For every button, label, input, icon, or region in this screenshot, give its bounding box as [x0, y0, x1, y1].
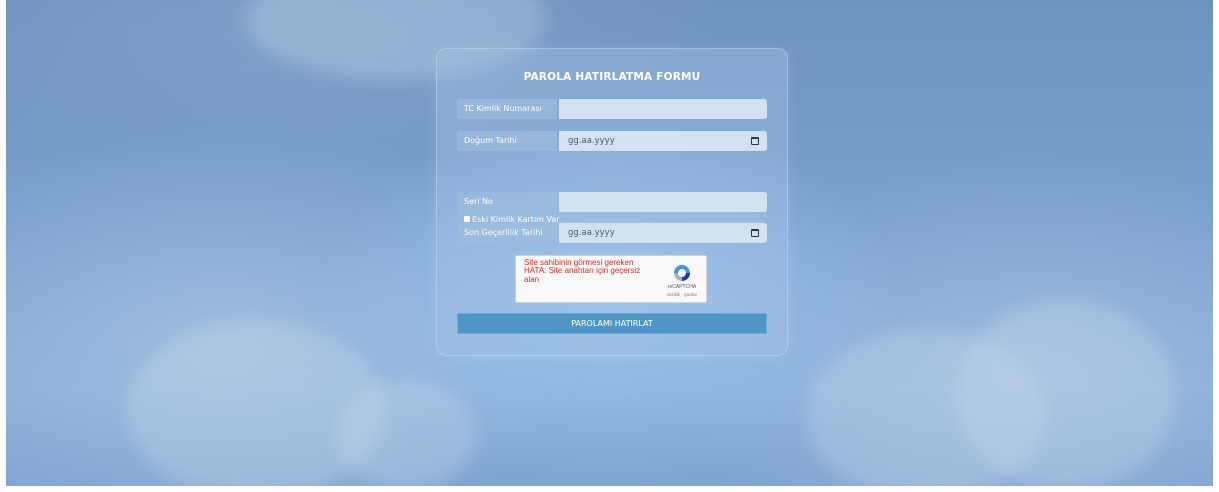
background-sky: PAROLA HATIRLATMA FORMU TC Kimlik Numara…	[6, 0, 1213, 486]
expiry-date-label: Son Geçerlilik Tarihi	[457, 223, 557, 243]
recaptcha-terms-link[interactable]: Gizlilik - Şartlar	[656, 292, 708, 297]
old-id-checkbox[interactable]	[464, 216, 470, 222]
birth-date-row: Doğum Tarihi gg.aa.yyyy	[457, 131, 767, 151]
expiry-date-input[interactable]: gg.aa.yyyy	[559, 223, 767, 243]
tc-label: TC Kimlik Numarası	[457, 99, 557, 119]
recaptcha-widget[interactable]: Site sahibinin görmesi gereken HATA: Sit…	[515, 255, 707, 303]
serial-input[interactable]	[559, 192, 767, 212]
calendar-icon[interactable]	[751, 137, 759, 145]
recaptcha-error: Site sahibinin görmesi gereken HATA: Sit…	[524, 258, 641, 284]
remind-password-button[interactable]: PAROLAMI HATIRLAT	[457, 313, 767, 334]
cloud-shape	[956, 300, 1176, 486]
birth-date-input[interactable]: gg.aa.yyyy	[559, 131, 767, 151]
tc-input[interactable]	[559, 99, 767, 119]
recaptcha-icon	[674, 265, 690, 281]
recaptcha-brand: reCAPTCHA	[667, 284, 697, 290]
form-title: PAROLA HATIRLATMA FORMU	[523, 71, 701, 83]
expiry-date-placeholder: gg.aa.yyyy	[568, 228, 615, 238]
cloud-shape	[336, 380, 476, 486]
expiry-date-row: Son Geçerlilik Tarihi gg.aa.yyyy	[457, 223, 767, 243]
tc-row: TC Kimlik Numarası	[457, 99, 767, 119]
password-reminder-form: PAROLA HATIRLATMA FORMU TC Kimlik Numara…	[436, 48, 788, 356]
birth-date-label: Doğum Tarihi	[457, 131, 557, 151]
calendar-icon[interactable]	[751, 229, 759, 237]
birth-date-placeholder: gg.aa.yyyy	[568, 136, 615, 146]
serial-label: Seri No	[457, 192, 557, 212]
serial-row: Seri No	[457, 192, 767, 212]
